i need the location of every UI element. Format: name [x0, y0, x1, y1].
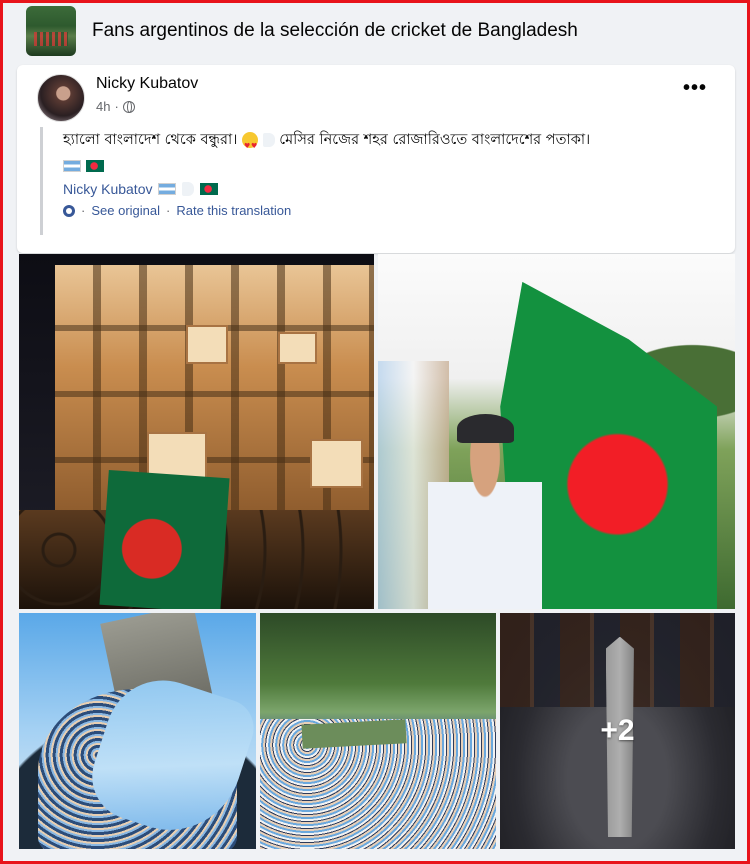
photo-woman-flag[interactable]: [378, 254, 735, 609]
post-meta: 4h ·: [96, 99, 135, 114]
group-avatar[interactable]: [26, 6, 76, 56]
translation-separator: ·: [166, 203, 171, 218]
bangladesh-flag-shape: [99, 470, 230, 609]
group-title[interactable]: Fans argentinos de la selección de crick…: [92, 20, 578, 42]
post-text: হ্যালো বাংলাদেশ থেকে বন্ধুরা। মেসির নিজে…: [63, 127, 720, 179]
window-shape: [278, 332, 318, 365]
post-card: Nicky Kubatov 4h · ••• হ্যালো বাংলাদেশ থ…: [17, 65, 735, 253]
person-shape: [427, 413, 543, 609]
window-shape: [310, 438, 364, 489]
translation-separator: ·: [81, 203, 86, 218]
more-photos-overlay[interactable]: +2: [500, 613, 735, 849]
window-shape: [185, 325, 229, 365]
white-flag-emoji-icon: [182, 182, 195, 196]
argentina-flag-icon: [63, 160, 81, 172]
see-original-link[interactable]: See original: [91, 203, 160, 218]
post-time[interactable]: 4h: [96, 99, 110, 114]
group-header: Fans argentinos de la selección de crick…: [17, 5, 732, 57]
author-name[interactable]: Nicky Kubatov: [96, 75, 198, 93]
white-flag-emoji-icon: [262, 133, 275, 147]
more-options-icon[interactable]: •••: [683, 78, 707, 98]
gear-icon[interactable]: [63, 204, 75, 217]
signature-name[interactable]: Nicky Kubatov: [63, 181, 152, 197]
translation-controls: · See original · Rate this translation: [63, 203, 720, 218]
more-photos-count: +2: [600, 714, 635, 747]
meta-separator: ·: [114, 99, 119, 114]
photo-monument-crowd[interactable]: [19, 613, 256, 849]
photo-building-flag[interactable]: [19, 254, 374, 609]
post-text-part-2: মেসির নিজের শহর রোজারিওতে বাংলাদেশের পতা…: [279, 132, 591, 148]
post-text-part-1: হ্যালো বাংলাদেশ থেকে বন্ধুরা।: [63, 132, 238, 148]
photo-street-crowd[interactable]: [260, 613, 496, 849]
translated-post-body: হ্যালো বাংলাদেশ থেকে বন্ধুরা। মেসির নিজে…: [40, 127, 720, 235]
banner-shape: [301, 718, 407, 748]
heart-eyes-emoji-icon: [242, 132, 259, 159]
author-avatar[interactable]: [37, 74, 85, 122]
photo-obelisk-night[interactable]: +2: [500, 613, 735, 849]
signature-line: Nicky Kubatov: [63, 181, 720, 197]
bangladesh-flag-icon: [85, 160, 104, 172]
argentina-flag-icon: [158, 183, 177, 195]
globe-icon[interactable]: [122, 100, 135, 113]
rate-translation-link[interactable]: Rate this translation: [176, 203, 291, 218]
bangladesh-flag-icon: [200, 183, 219, 195]
